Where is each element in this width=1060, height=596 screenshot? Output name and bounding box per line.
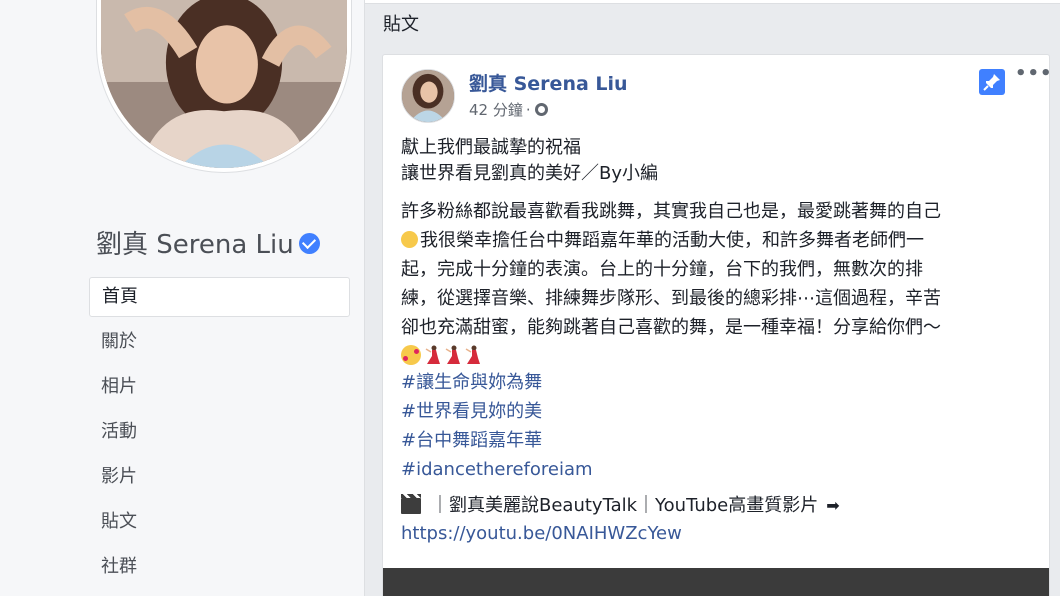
dancer-emoji-icon bbox=[443, 345, 461, 365]
post-author-name[interactable]: 劉真 Serena Liu bbox=[469, 69, 628, 96]
right-arrow-icon: ➡ bbox=[826, 496, 840, 515]
top-strip bbox=[365, 0, 1060, 4]
post-card: 劉真 Serena Liu 42 分鐘 · ••• 獻上我們最誠摯的祝福 讓世界… bbox=[382, 54, 1050, 596]
hashtag-link[interactable]: #台中舞蹈嘉年華 bbox=[401, 426, 1041, 455]
paragraph-line-with-emoji: 我很榮幸擔任台中舞蹈嘉年華的活動大使，和許多舞者老師們一 bbox=[401, 226, 1041, 255]
post-author-avatar[interactable] bbox=[401, 69, 455, 123]
dancer-emoji-icon bbox=[463, 345, 481, 365]
emoji-row bbox=[401, 342, 1041, 368]
paragraph-line: 我很榮幸擔任台中舞蹈嘉年華的活動大使，和許多舞者老師們一 bbox=[420, 230, 924, 251]
nav-item-photos[interactable]: 相片 bbox=[89, 367, 350, 407]
globe-icon[interactable] bbox=[534, 103, 548, 116]
intro-line: 獻上我們最誠摯的祝福 bbox=[401, 137, 581, 158]
pin-icon[interactable] bbox=[979, 69, 1005, 95]
clapper-board-icon bbox=[401, 494, 421, 514]
nav-item-about[interactable]: 關於 bbox=[89, 322, 350, 362]
post-paragraph: 許多粉絲都說最喜歡看我跳舞，其實我自己也是，最愛跳著舞的自己 我很榮幸擔任台中舞… bbox=[401, 197, 1041, 484]
page-navigation: 首頁 關於 相片 活動 影片 貼文 社群 bbox=[89, 277, 350, 592]
intro-line: 讓世界看見劉真的美好／By小編 bbox=[401, 163, 658, 184]
hashtag-link[interactable]: #讓生命與妳為舞 bbox=[401, 368, 1041, 397]
nav-item-home[interactable]: 首頁 bbox=[89, 277, 350, 317]
page-name[interactable]: 劉真 Serena Liu bbox=[96, 224, 320, 261]
hashtag-link[interactable]: #idancethereforeiam bbox=[401, 455, 1041, 484]
posts-section-title: 貼文 bbox=[383, 14, 419, 35]
hashtag-link[interactable]: #世界看見妳的美 bbox=[401, 397, 1041, 426]
video-title-text: ｜劉真美麗說BeautyTalk｜YouTube高畫質影片 bbox=[431, 495, 819, 516]
nav-item-videos[interactable]: 影片 bbox=[89, 457, 350, 497]
more-options-icon[interactable]: ••• bbox=[1015, 63, 1049, 84]
post-media-preview[interactable] bbox=[383, 568, 1049, 596]
page-name-text[interactable]: 劉真 Serena Liu bbox=[96, 224, 294, 261]
meta-separator: · bbox=[525, 100, 531, 119]
paragraph-line: 練，從選擇音樂、排練舞步隊形、到最後的總彩排⋯這個過程，辛苦 bbox=[401, 288, 941, 309]
profile-picture[interactable] bbox=[97, 0, 351, 172]
smiling-face-emoji-icon bbox=[401, 231, 418, 248]
verified-badge-icon bbox=[298, 233, 320, 254]
nav-item-events[interactable]: 活動 bbox=[89, 412, 350, 452]
smiling-face-with-hearts-emoji-icon bbox=[401, 345, 421, 365]
post-meta: 42 分鐘 · bbox=[469, 99, 548, 120]
nav-item-posts[interactable]: 貼文 bbox=[89, 502, 350, 542]
paragraph-line: 許多粉絲都說最喜歡看我跳舞，其實我自己也是，最愛跳著舞的自己 bbox=[401, 201, 941, 222]
post-timestamp[interactable]: 42 分鐘 bbox=[469, 99, 523, 120]
post-body: 獻上我們最誠摯的祝福 讓世界看見劉真的美好／By小編 許多粉絲都說最喜歡看我跳舞… bbox=[401, 135, 1041, 548]
video-link-title: ｜劉真美麗說BeautyTalk｜YouTube高畫質影片 ➡ bbox=[401, 492, 1041, 520]
paragraph-line: 卻也充滿甜蜜，能夠跳著自己喜歡的舞，是一種幸福！分享給你們～ bbox=[401, 317, 941, 338]
youtube-url-link[interactable]: https://youtu.be/0NAIHWZcYew bbox=[401, 520, 1041, 548]
dancer-emoji-icon bbox=[423, 345, 441, 365]
post-intro: 獻上我們最誠摯的祝福 讓世界看見劉真的美好／By小編 bbox=[401, 135, 1041, 187]
page-sidebar: 劉真 Serena Liu 首頁 關於 相片 活動 影片 貼文 社群 bbox=[0, 0, 365, 596]
paragraph-line: 起，完成十分鐘的表演。台上的十分鐘，台下的我們，無數次的排 bbox=[401, 259, 923, 280]
nav-item-community[interactable]: 社群 bbox=[89, 547, 350, 587]
